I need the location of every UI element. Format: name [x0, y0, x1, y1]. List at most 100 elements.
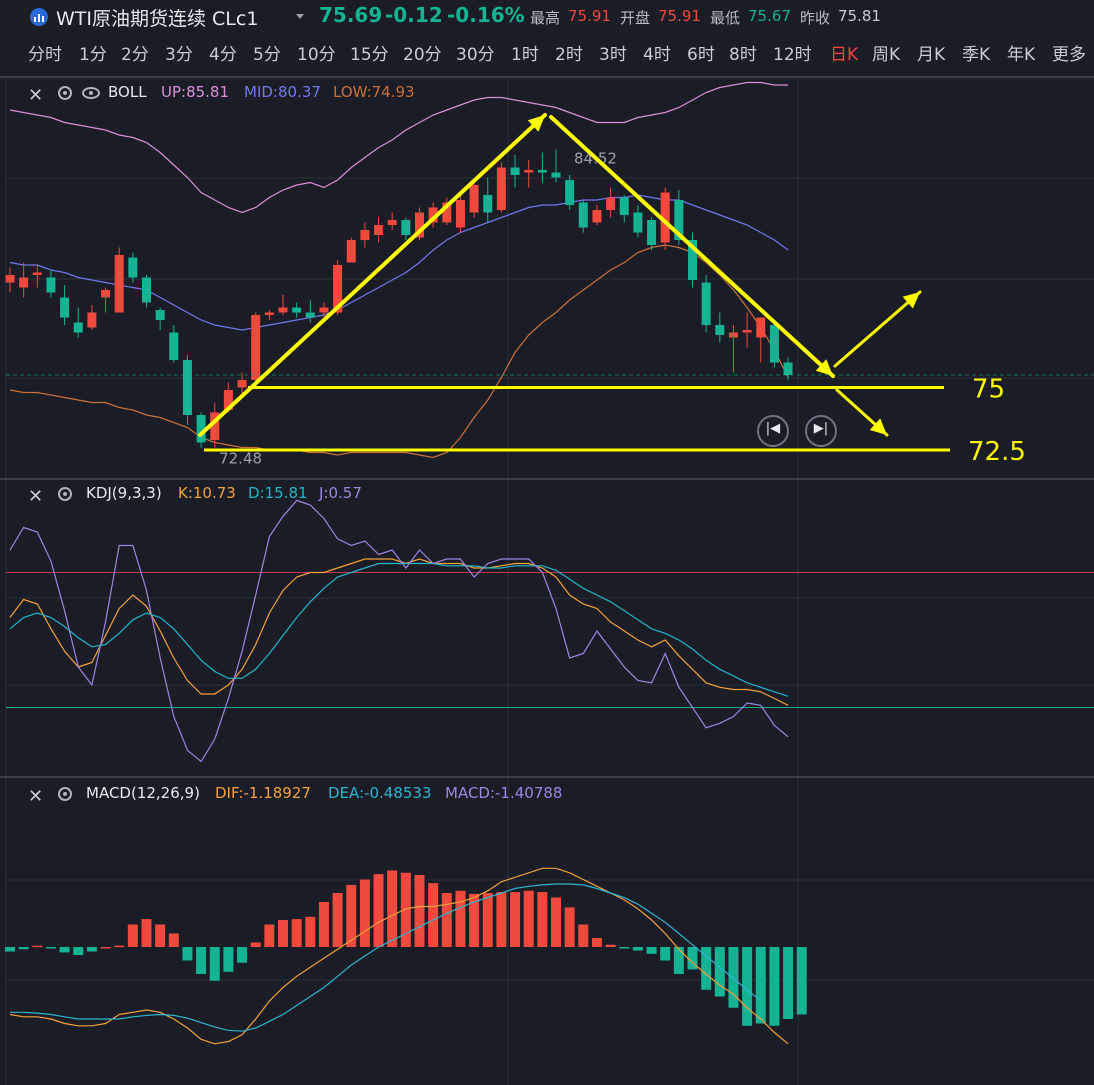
close-icon[interactable]: ✕: [28, 486, 43, 507]
kline-chart[interactable]: 84.5272.487572.5: [0, 0, 1094, 1085]
macd-bar: [250, 942, 261, 947]
candle-body: [756, 317, 766, 338]
candle-body: [578, 202, 588, 228]
indicator-name: KDJ(9,3,3): [86, 484, 162, 502]
candle-body: [537, 170, 547, 173]
candle-body: [401, 220, 411, 235]
candle-body: [728, 332, 738, 338]
pane-divider[interactable]: [0, 776, 1094, 778]
min-price-label: 72.48: [219, 450, 262, 468]
macd-bar: [387, 870, 398, 947]
macd-bar: [45, 947, 56, 949]
macd-bar: [59, 947, 70, 953]
macd-bar: [264, 924, 275, 947]
candle-body: [346, 240, 356, 263]
candle-body: [155, 310, 165, 320]
macd-bar: [127, 924, 138, 947]
kdj-j-line: [9, 499, 789, 763]
macd-bar: [291, 919, 302, 947]
macd-bar: [18, 947, 29, 950]
macd-bar: [332, 893, 343, 947]
boll-mid-line: [9, 194, 789, 331]
candle-body: [592, 210, 602, 223]
candle-body: [169, 332, 179, 360]
eye-icon[interactable]: [82, 87, 100, 99]
macd-bar: [373, 874, 384, 947]
boll-low-value: LOW:74.93: [333, 83, 415, 101]
boll-mid-value: MID:80.37: [244, 83, 321, 101]
candle-body: [5, 275, 15, 283]
macd-bar: [482, 893, 493, 947]
close-icon[interactable]: ✕: [28, 85, 43, 106]
macd-bar: [168, 933, 179, 947]
candle-body: [769, 325, 779, 363]
candle-body: [510, 167, 520, 175]
candle-body: [87, 312, 97, 328]
candle-body: [565, 180, 575, 205]
candle-body: [182, 360, 192, 415]
macd-bar: [551, 897, 561, 947]
candle-body: [633, 212, 643, 233]
macd-bar: [714, 947, 725, 997]
gear-icon[interactable]: [58, 787, 72, 801]
next-button[interactable]: ▶|: [805, 415, 837, 447]
macd-bar: [414, 875, 425, 947]
candle-body: [783, 362, 793, 375]
candle-body: [319, 307, 329, 313]
macd-bar: [605, 944, 616, 947]
indicator-name: MACD(12,26,9): [86, 784, 200, 802]
candle-body: [742, 330, 752, 333]
macd-bar: [523, 890, 534, 947]
candle-body: [142, 277, 151, 303]
macd-bar: [496, 892, 507, 947]
macd-bar: [646, 947, 657, 954]
candle-body: [251, 315, 261, 380]
macd-bar: [196, 947, 207, 974]
macd-bar: [783, 947, 794, 1019]
candle-body: [715, 325, 725, 335]
kdj-legend: ✕ KDJ(9,3,3) K:10.73 D:15.81 J:0.57: [0, 484, 1094, 510]
macd-bar: [73, 947, 84, 956]
boll-legend: ✕ BOLL UP:85.81 MID:80.37 LOW:74.93: [0, 83, 1094, 109]
macd-bar: [632, 947, 643, 951]
gear-icon[interactable]: [58, 487, 72, 501]
candle-body: [455, 200, 465, 228]
macd-bar: [155, 924, 166, 947]
macd-bar: [441, 893, 452, 947]
candle-body: [237, 380, 247, 388]
macd-bar: [537, 892, 548, 947]
macd-dea-value: DEA:-0.48533: [328, 784, 432, 802]
level-label: 75: [972, 375, 1005, 405]
macd-bar: [100, 947, 111, 949]
boll-up-value: UP:85.81: [161, 83, 230, 101]
candle-body: [360, 230, 370, 240]
candle-body: [305, 312, 315, 318]
macd-bar: [728, 947, 739, 1008]
gear-icon[interactable]: [58, 86, 72, 100]
macd-bar: [619, 947, 630, 949]
macd-bar: [591, 938, 602, 947]
macd-bar: [278, 920, 288, 947]
prev-button[interactable]: |◀: [757, 415, 789, 447]
candle-body: [60, 297, 70, 318]
candle-body: [73, 322, 83, 333]
macd-dif-value: DIF:-1.18927: [215, 784, 311, 802]
candle-body: [114, 255, 124, 313]
macd-bar: [182, 947, 193, 961]
macd-bar: [796, 947, 807, 1015]
indicator-name: BOLL: [108, 83, 147, 101]
pane-divider[interactable]: [0, 478, 1094, 480]
candle-body: [387, 220, 397, 225]
candle-body: [19, 277, 29, 288]
kdj-k-line: [9, 558, 789, 706]
candle-body: [701, 282, 711, 325]
candle-body: [606, 197, 616, 210]
candle-body: [264, 312, 274, 315]
macd-bar: [305, 916, 316, 947]
kdj-k-value: K:10.73: [178, 484, 236, 502]
candle-body: [619, 197, 629, 215]
kdj-d-line: [9, 562, 789, 697]
macd-bar: [428, 883, 439, 947]
candle-body: [128, 257, 138, 278]
close-icon[interactable]: ✕: [28, 786, 43, 807]
